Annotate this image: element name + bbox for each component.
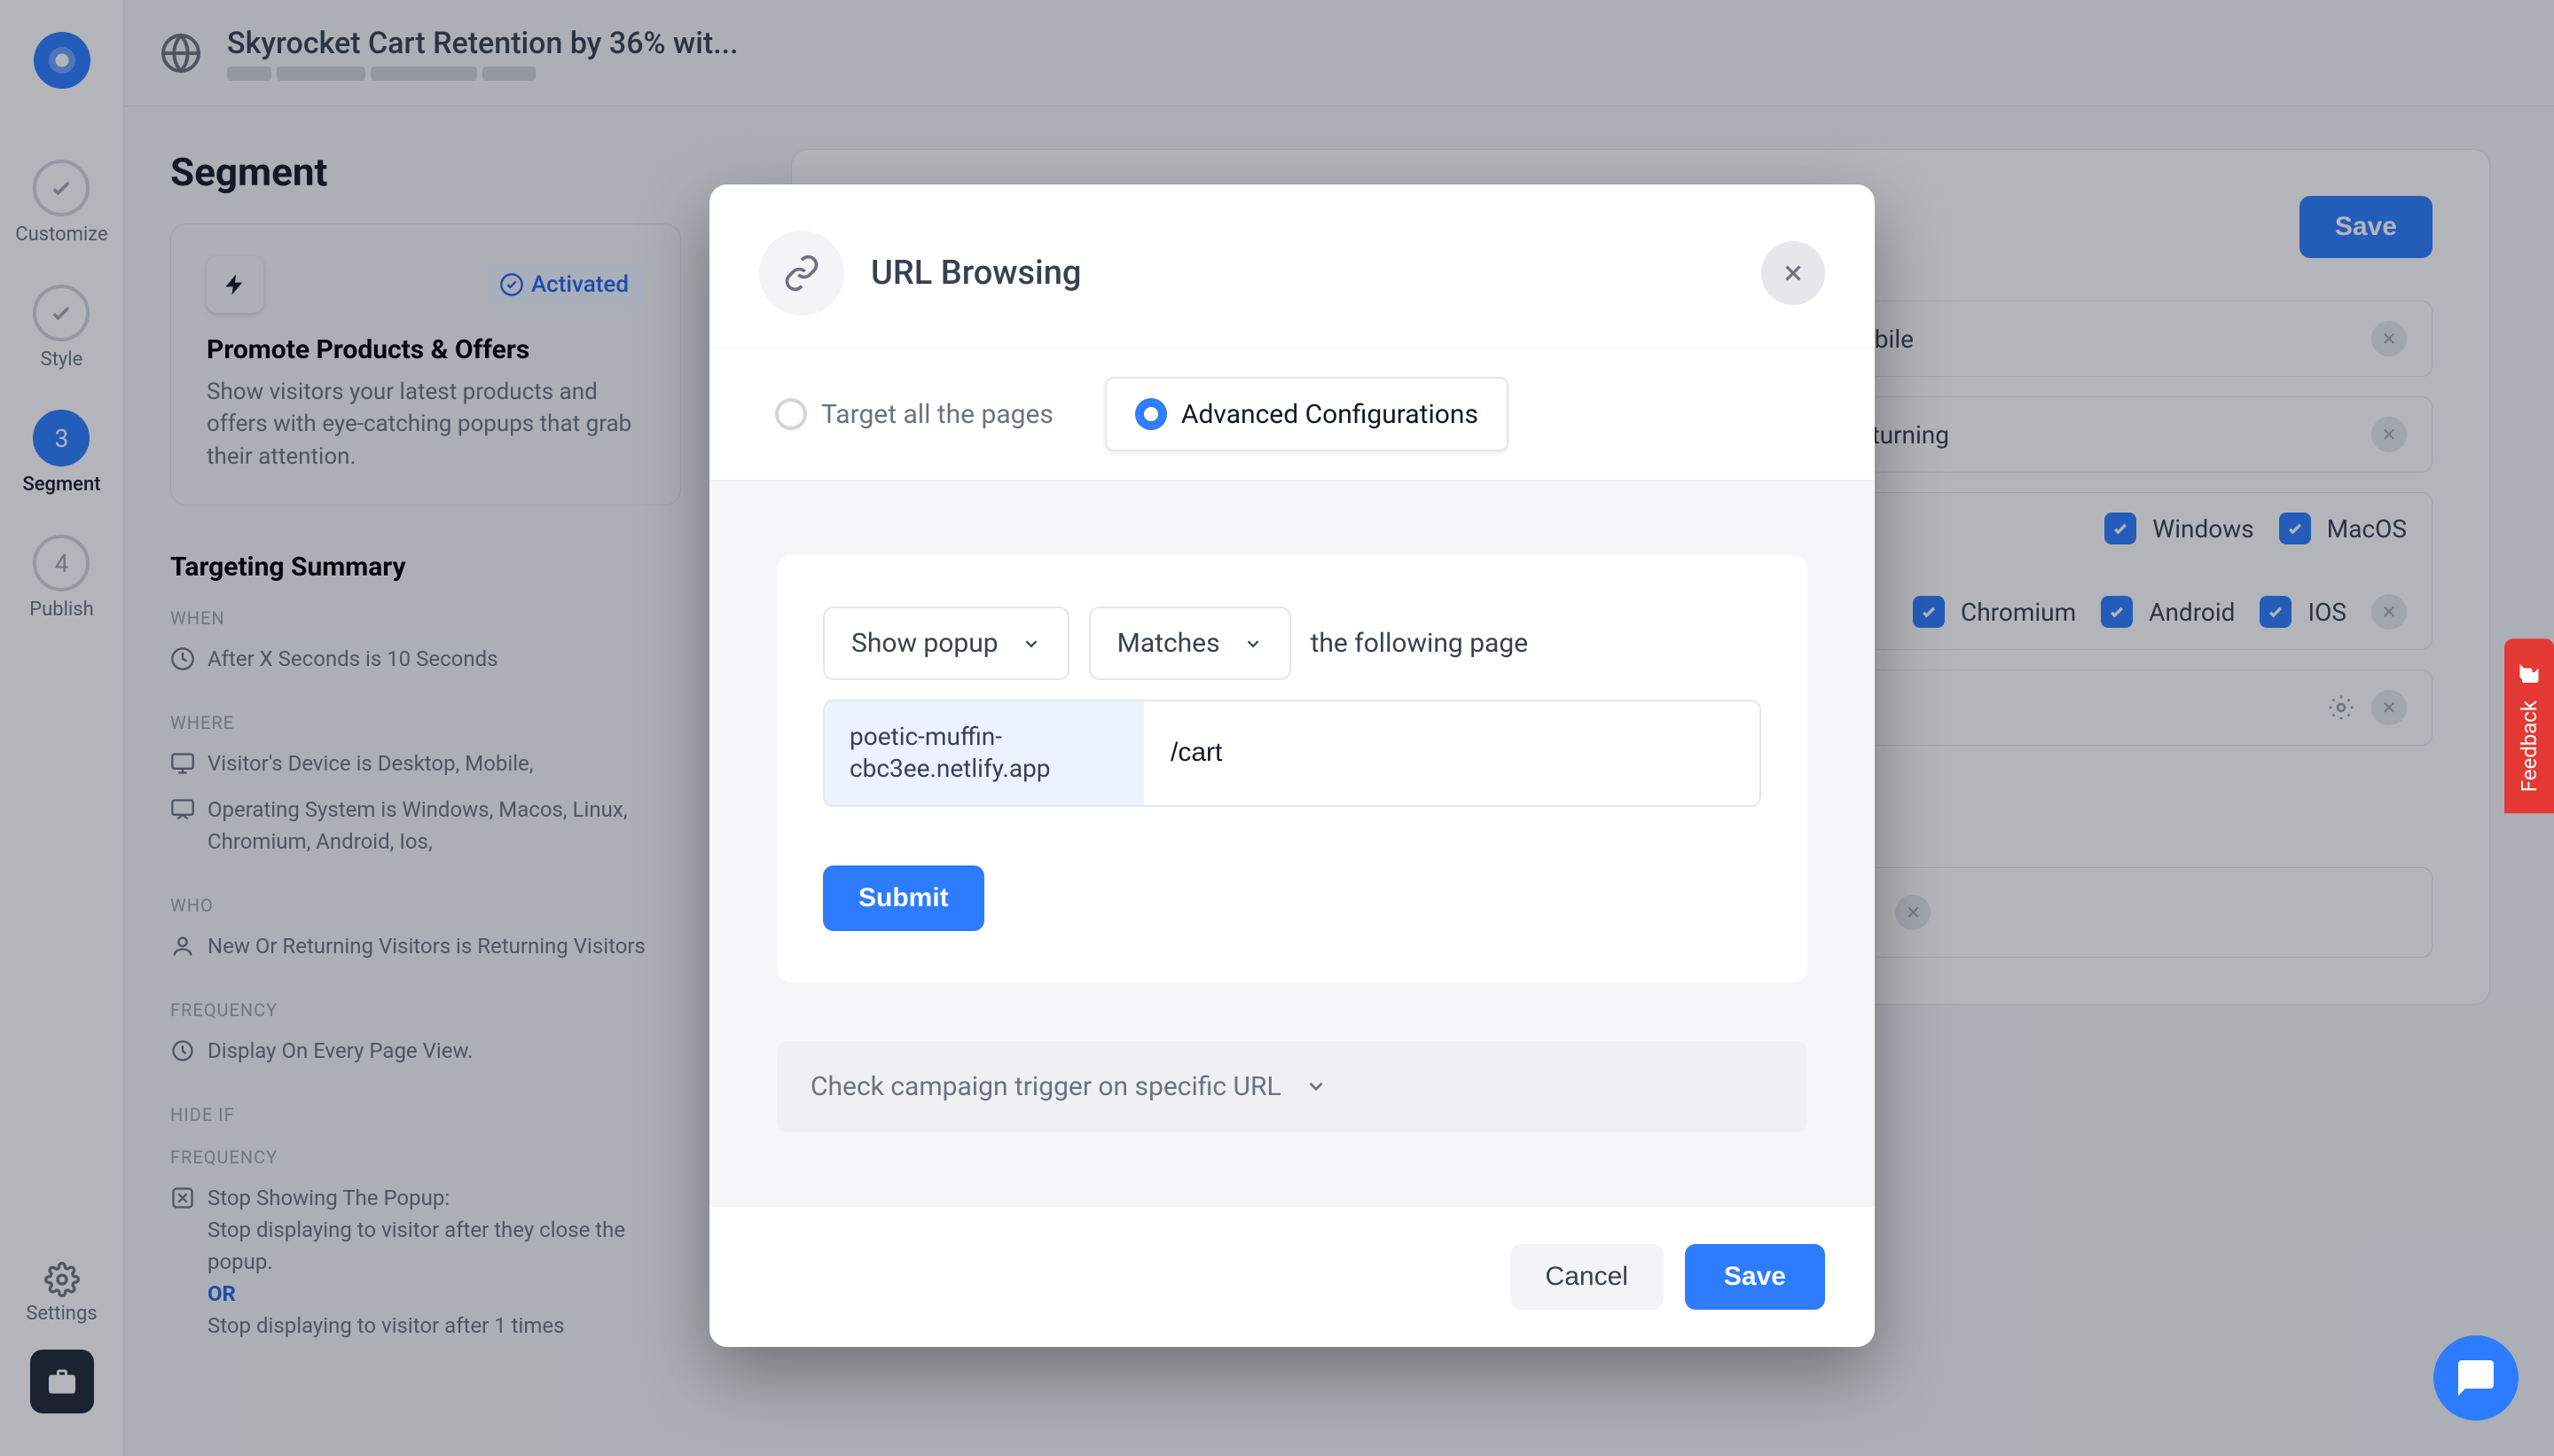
cancel-button[interactable]: Cancel (1510, 1244, 1664, 1310)
select-value: Show popup (851, 628, 999, 659)
radio-icon (775, 398, 807, 430)
close-icon (1780, 260, 1806, 286)
feedback-tab[interactable]: Feedback (2504, 638, 2554, 813)
modal-close-button[interactable] (1761, 241, 1825, 305)
url-domain-prefix: poetic-muffin-cbc3ee.netlify.app (825, 701, 1144, 805)
tab-label: Advanced Configurations (1181, 399, 1478, 430)
matches-select[interactable]: Matches (1089, 607, 1291, 680)
chevron-down-icon (1243, 634, 1263, 654)
url-path-input[interactable] (1144, 701, 1759, 805)
tab-label: Target all the pages (821, 399, 1054, 430)
radio-icon (1135, 398, 1167, 430)
chat-icon (2455, 1357, 2497, 1399)
trigger-label: Check campaign trigger on specific URL (811, 1071, 1281, 1102)
modal-save-button[interactable]: Save (1685, 1244, 1825, 1310)
chat-bubble[interactable] (2433, 1335, 2519, 1421)
select-value: Matches (1117, 628, 1220, 659)
tab-advanced[interactable]: Advanced Configurations (1105, 377, 1508, 451)
submit-button[interactable]: Submit (823, 865, 984, 931)
link-icon (759, 231, 844, 316)
url-browsing-modal: URL Browsing Target all the pages Advanc… (709, 184, 1875, 1347)
chevron-down-icon (1022, 634, 1041, 654)
chevron-down-icon (1304, 1075, 1328, 1098)
show-popup-select[interactable]: Show popup (823, 607, 1069, 680)
modal-title: URL Browsing (871, 254, 1081, 293)
feedback-icon (2517, 660, 2542, 685)
tab-target-all[interactable]: Target all the pages (745, 377, 1084, 451)
feedback-label: Feedback (2517, 701, 2542, 792)
following-text: the following page (1311, 628, 1529, 659)
trigger-dropdown[interactable]: Check campaign trigger on specific URL (777, 1041, 1807, 1132)
